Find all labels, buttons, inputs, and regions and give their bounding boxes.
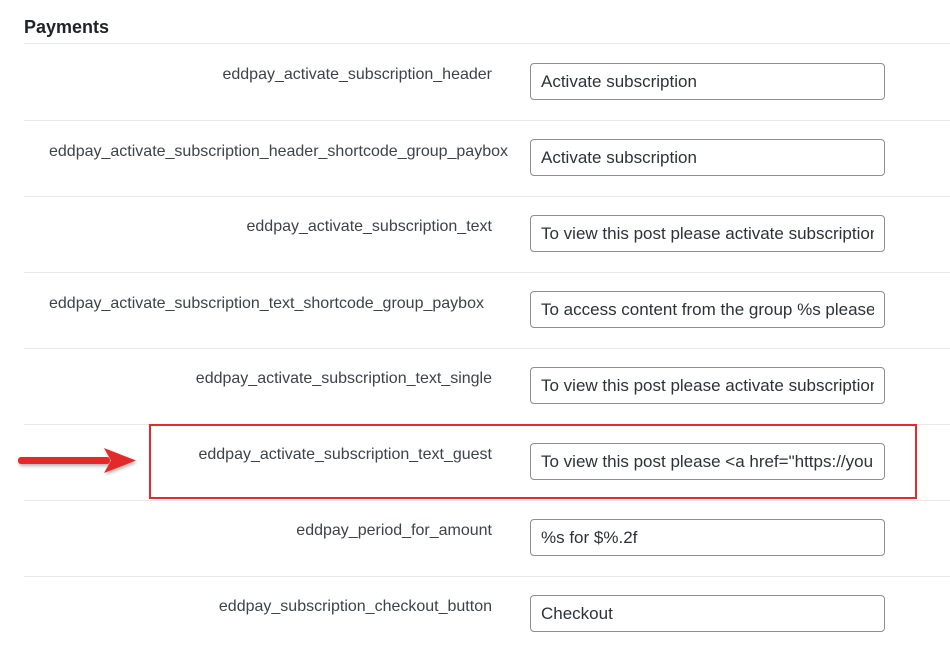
setting-label: eddpay_activate_subscription_text_shortc… [49,295,484,312]
setting-input[interactable] [530,367,885,404]
setting-row: eddpay_activate_subscription_text_single [24,348,950,425]
setting-label: eddpay_subscription_checkout_button [218,598,492,615]
section-title: Payments [24,17,110,37]
setting-label: eddpay_activate_subscription_text [246,218,493,235]
setting-label: eddpay_activate_subscription_header [222,66,492,83]
setting-input[interactable] [530,215,885,252]
setting-row: eddpay_activate_subscription_text [24,196,950,273]
arrow-right-icon [18,448,136,473]
setting-label: eddpay_period_for_amount [296,522,492,539]
setting-row: eddpay_activate_subscription_header [24,44,950,121]
setting-input[interactable] [530,595,885,632]
setting-label: eddpay_activate_subscription_header_shor… [49,143,508,160]
setting-row: eddpay_subscription_checkout_button [24,576,950,650]
setting-label: eddpay_activate_subscription_text_single [195,370,492,387]
setting-row: eddpay_period_for_amount [24,500,950,577]
setting-row: eddpay_activate_subscription_text_shortc… [24,272,950,349]
highlight-annotation-box [149,424,917,499]
setting-input[interactable] [530,139,885,176]
setting-input[interactable] [530,519,885,556]
setting-input[interactable] [530,63,885,100]
setting-row: eddpay_activate_subscription_header_shor… [24,120,950,197]
setting-input[interactable] [530,291,885,328]
